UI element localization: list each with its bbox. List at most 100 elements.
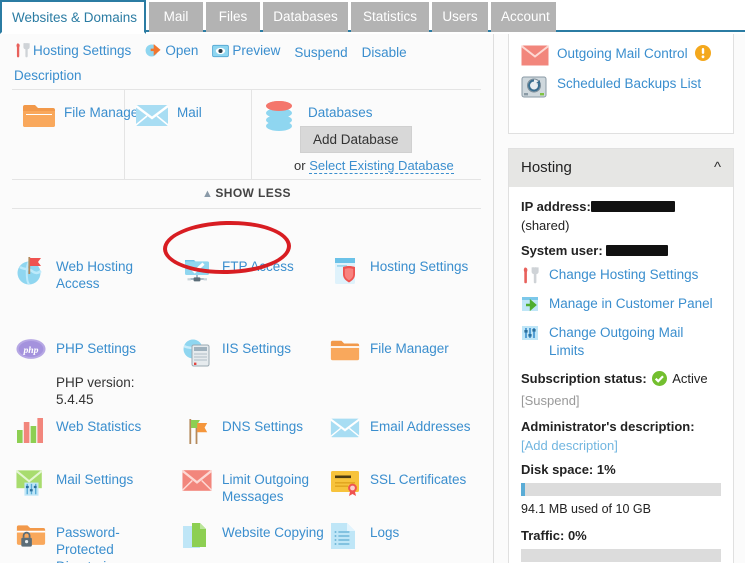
redacted-system-user-value [606, 245, 669, 256]
folder-lock-icon [16, 522, 46, 553]
traffic-progress-bar [521, 549, 721, 562]
quick-cards-row: File Manager Mail Databases Add Database… [12, 89, 481, 180]
system-user-label: System user: [521, 243, 603, 258]
action-suspend[interactable]: Suspend [294, 42, 347, 64]
grid-item-label: File Manager [370, 341, 449, 356]
grid-item-label: IIS Settings [222, 341, 292, 356]
grid-item-subtext: PHP version: 5.4.45 [56, 375, 135, 407]
link-change-hosting-settings[interactable]: Change Hosting Settings [521, 266, 721, 286]
shield-hosting-icon [330, 256, 360, 289]
hosting-panel-header[interactable]: Hosting ^ [509, 149, 733, 187]
administrator-description-label: Administrator's description: [521, 419, 695, 434]
svg-text:php: php [22, 345, 38, 356]
grid-item-label: Hosting Settings [370, 259, 469, 274]
disk-space-label: Disk space: 1% [521, 462, 616, 477]
main-tab-bar: Websites & Domains Mail Files Databases Stat… [0, 0, 745, 34]
ftp-folder-icon [182, 256, 212, 289]
action-label: Disable [361, 44, 407, 60]
tab-mail[interactable]: Mail [149, 2, 203, 32]
grid-item-label: Web Statistics [56, 419, 142, 434]
subscription-status-label: Subscription status: [521, 371, 647, 386]
envelope-red-icon [181, 469, 213, 495]
action-open[interactable]: Open [145, 40, 198, 65]
dns-flags-icon [182, 416, 212, 449]
sliders-icon [521, 324, 539, 347]
sidebar-link-label: Scheduled Backups List [557, 76, 702, 91]
ip-address-row: IP address: (shared) [521, 197, 721, 235]
folder-icon [22, 102, 56, 133]
action-toolbar: Hosting Settings Open Preview Suspend Disabl… [14, 40, 484, 87]
suspend-link[interactable]: [Suspend] [521, 393, 580, 408]
envelope-green-icon [15, 469, 46, 501]
panel-title: Hosting [521, 159, 572, 176]
grid-item-label: FTP Access [222, 259, 294, 274]
action-description[interactable]: Description [14, 65, 82, 87]
preview-eye-icon [212, 43, 230, 65]
link-label: Change Outgoing Mail Limits [549, 325, 684, 358]
subscription-status-value: Active [672, 371, 708, 386]
sidebar-link-outgoing-mail-control[interactable]: Outgoing Mail Control [520, 45, 721, 66]
action-label: Open [165, 43, 199, 58]
disk-space-progress-bar [521, 483, 721, 496]
open-arrow-icon [145, 42, 162, 65]
action-label: Description [14, 68, 82, 83]
grid-item-label: Logs [370, 525, 400, 540]
globe-flag-icon [16, 256, 46, 289]
disk-space-label-row: Disk space: 1% [521, 460, 721, 479]
card-mail[interactable]: Mail [125, 90, 252, 180]
ip-address-label: IP address: [521, 199, 591, 214]
tab-files[interactable]: Files [206, 2, 260, 32]
grid-item-label: Mail Settings [56, 472, 134, 487]
chevron-up-icon[interactable]: ^ [714, 149, 721, 187]
redacted-ip-value [590, 201, 675, 212]
action-disable[interactable]: Disable [362, 42, 407, 64]
grid-item-label: SSL Certificates [370, 472, 467, 487]
right-sidebar: Outgoing Mail Control Scheduled Backups … [494, 34, 745, 563]
administrator-description-row: Administrator's description: [Add descri… [521, 417, 721, 455]
link-manage-in-customer-panel[interactable]: Manage in Customer Panel [521, 295, 721, 315]
sidebar-links-panel: Outgoing Mail Control Scheduled Backups … [508, 34, 734, 134]
add-database-button[interactable]: Add Database [300, 126, 412, 153]
grid-item-label: Website Copying [222, 525, 324, 540]
link-change-outgoing-mail-limits[interactable]: Change Outgoing Mail Limits [521, 324, 721, 360]
tab-websites-domains[interactable]: Websites & Domains [0, 0, 146, 34]
link-label: Manage in Customer Panel [549, 296, 713, 311]
traffic-label: Traffic: 0% [521, 528, 587, 543]
select-existing-database-link[interactable]: Select Existing Database [309, 158, 454, 174]
tab-databases[interactable]: Databases [263, 2, 348, 32]
envelope-blue-icon [330, 416, 360, 442]
grid-item-label: Email Addresses [370, 419, 471, 434]
php-icon: php [16, 338, 46, 363]
bar-chart-icon [16, 416, 46, 447]
add-description-link[interactable]: [Add description] [521, 438, 618, 453]
hosting-panel: Hosting ^ IP address: (shared) System use… [508, 148, 734, 563]
sidebar-link-scheduled-backups-list[interactable]: Scheduled Backups List [521, 75, 721, 98]
green-arrow-icon [521, 295, 539, 318]
warning-badge-icon [695, 45, 712, 66]
tab-users[interactable]: Users [432, 2, 488, 32]
tab-account[interactable]: Account [491, 2, 556, 32]
grid-item-label: Web Hosting Access [56, 259, 134, 291]
show-less-label: SHOW LESS [215, 186, 291, 200]
iis-server-icon [182, 338, 212, 371]
action-label: Suspend [294, 44, 348, 60]
envelope-blue-icon [135, 102, 169, 131]
chevron-up-icon: ▲ [202, 188, 214, 200]
database-icon [264, 100, 294, 135]
tools-icon [521, 266, 539, 289]
tools-icon [14, 42, 30, 65]
traffic-label-row: Traffic: 0% [521, 526, 721, 545]
card-databases[interactable]: Databases Add Database or Select Existin… [252, 90, 481, 180]
document-lines-icon [330, 522, 356, 553]
action-preview[interactable]: Preview [212, 40, 280, 65]
disk-space-usage-text: 94.1 MB used of 10 GB [521, 502, 651, 516]
action-hosting-settings[interactable]: Hosting Settings [14, 40, 131, 65]
show-less-toggle[interactable]: ▲ SHOW LESS [202, 186, 291, 200]
action-label: Hosting Settings [33, 43, 132, 58]
suspend-link-row[interactable]: [Suspend] [521, 391, 721, 410]
tab-statistics[interactable]: Statistics [351, 2, 429, 32]
or-text: or [294, 158, 306, 173]
link-label: Change Hosting Settings [549, 267, 699, 282]
ip-suffix: (shared) [521, 218, 570, 233]
card-file-manager[interactable]: File Manager [12, 90, 143, 180]
